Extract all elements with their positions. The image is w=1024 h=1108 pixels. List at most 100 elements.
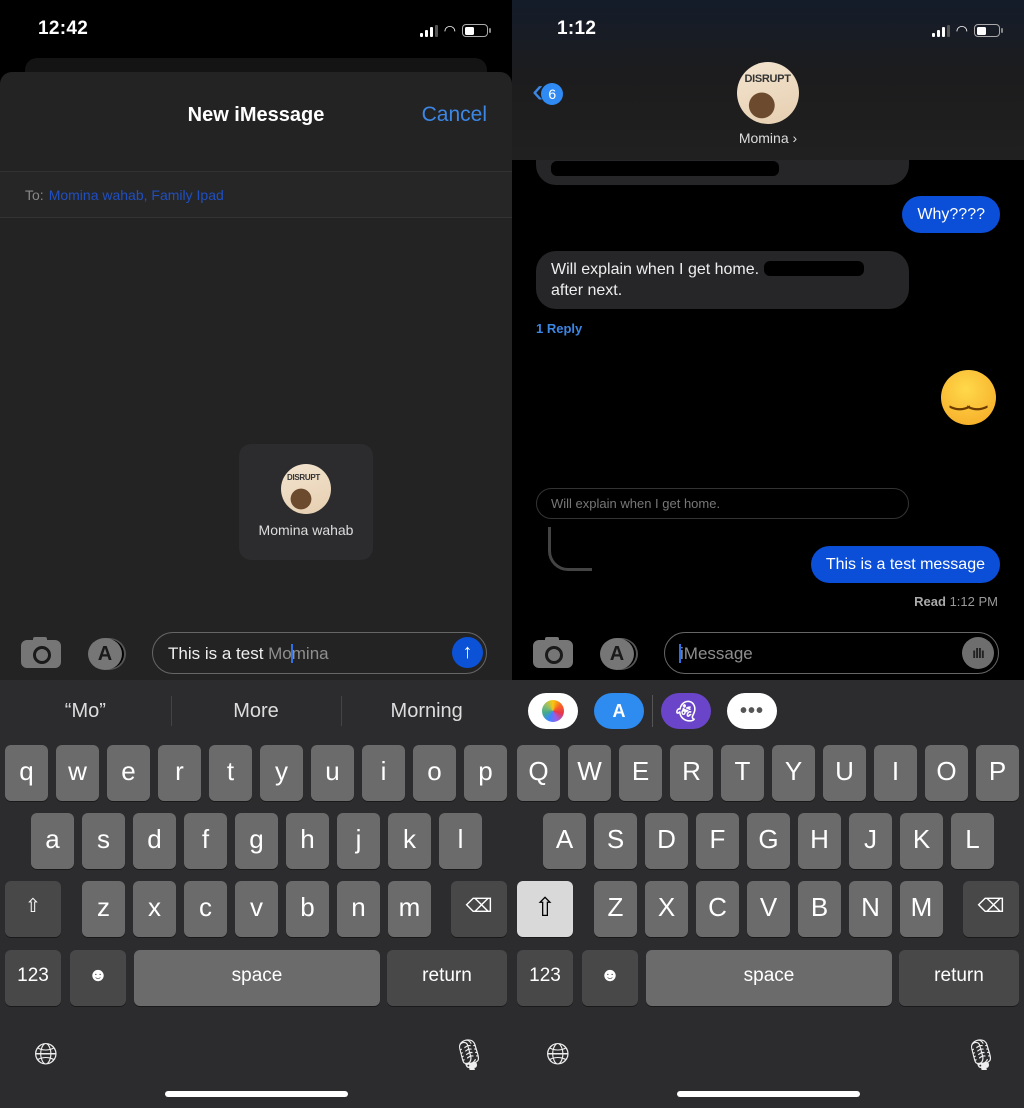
- key-j[interactable]: J: [849, 813, 892, 869]
- status-bar: 1:12 ◠: [512, 0, 1024, 60]
- space-key[interactable]: space: [134, 950, 380, 1006]
- key-p[interactable]: P: [976, 745, 1019, 801]
- emoji-key[interactable]: ☻: [582, 950, 638, 1006]
- key-g[interactable]: G: [747, 813, 790, 869]
- message-input[interactable]: iMessage ıllı: [664, 632, 999, 674]
- camera-icon[interactable]: [21, 637, 61, 668]
- space-key[interactable]: space: [646, 950, 892, 1006]
- key-j[interactable]: j: [337, 813, 380, 869]
- shift-key[interactable]: ⇧: [5, 881, 61, 937]
- key-k[interactable]: k: [388, 813, 431, 869]
- emoji-key[interactable]: ☻: [70, 950, 126, 1006]
- key-u[interactable]: u: [311, 745, 354, 801]
- key-m[interactable]: m: [388, 881, 431, 937]
- key-l[interactable]: L: [951, 813, 994, 869]
- photos-app-icon[interactable]: [528, 693, 578, 729]
- globe-icon[interactable]: 🌐︎: [546, 1038, 570, 1072]
- globe-icon[interactable]: 🌐︎: [34, 1038, 58, 1072]
- mention-suggestion[interactable]: DISRUPT Momina wahab: [239, 444, 373, 560]
- key-h[interactable]: h: [286, 813, 329, 869]
- key-i[interactable]: i: [362, 745, 405, 801]
- more-apps-icon[interactable]: •••: [727, 693, 777, 729]
- key-t[interactable]: t: [209, 745, 252, 801]
- delete-key[interactable]: ⌫: [451, 881, 507, 937]
- reply-count-link[interactable]: 1 Reply: [536, 321, 582, 336]
- key-x[interactable]: x: [133, 881, 176, 937]
- key-a[interactable]: A: [543, 813, 586, 869]
- key-m[interactable]: M: [900, 881, 943, 937]
- key-s[interactable]: S: [594, 813, 637, 869]
- key-f[interactable]: F: [696, 813, 739, 869]
- key-b[interactable]: b: [286, 881, 329, 937]
- cancel-button[interactable]: Cancel: [422, 103, 487, 127]
- message-bubble-outgoing[interactable]: Why????: [902, 196, 1000, 233]
- delete-key[interactable]: ⌫: [963, 881, 1019, 937]
- recipients[interactable]: Momina wahab, Family Ipad: [49, 187, 224, 203]
- key-a[interactable]: a: [31, 813, 74, 869]
- key-o[interactable]: O: [925, 745, 968, 801]
- app-store-icon[interactable]: A: [600, 638, 634, 670]
- microphone-icon[interactable]: 🎙︎: [962, 1038, 1000, 1073]
- key-x[interactable]: X: [645, 881, 688, 937]
- key-s[interactable]: s: [82, 813, 125, 869]
- microphone-icon[interactable]: 🎙︎: [450, 1038, 488, 1073]
- key-t[interactable]: T: [721, 745, 764, 801]
- key-c[interactable]: c: [184, 881, 227, 937]
- key-q[interactable]: Q: [517, 745, 560, 801]
- key-r[interactable]: R: [670, 745, 713, 801]
- prediction-1[interactable]: “Mo”: [0, 700, 171, 723]
- key-n[interactable]: N: [849, 881, 892, 937]
- ghost-app-icon[interactable]: 👻︎: [661, 693, 711, 729]
- return-key[interactable]: return: [387, 950, 507, 1006]
- send-button[interactable]: ↑: [452, 637, 483, 668]
- key-f[interactable]: f: [184, 813, 227, 869]
- key-y[interactable]: y: [260, 745, 303, 801]
- key-h[interactable]: H: [798, 813, 841, 869]
- redaction: [763, 261, 864, 276]
- contact-header[interactable]: DISRUPT Momina ›: [512, 62, 1024, 146]
- key-v[interactable]: v: [235, 881, 278, 937]
- key-g[interactable]: g: [235, 813, 278, 869]
- wifi-icon: ◠: [443, 22, 456, 38]
- message-bubble-outgoing[interactable]: This is a test message: [810, 546, 1000, 583]
- key-e[interactable]: E: [619, 745, 662, 801]
- key-k[interactable]: K: [900, 813, 943, 869]
- key-l[interactable]: l: [439, 813, 482, 869]
- key-d[interactable]: D: [645, 813, 688, 869]
- prediction-3[interactable]: Morning: [341, 695, 512, 726]
- key-r[interactable]: r: [158, 745, 201, 801]
- app-store-app-icon[interactable]: A: [594, 693, 644, 729]
- key-n[interactable]: n: [337, 881, 380, 937]
- key-b[interactable]: B: [798, 881, 841, 937]
- key-z[interactable]: Z: [594, 881, 637, 937]
- key-w[interactable]: w: [56, 745, 99, 801]
- cellular-signal-icon: [419, 24, 438, 37]
- key-p[interactable]: p: [464, 745, 507, 801]
- key-d[interactable]: d: [133, 813, 176, 869]
- camera-icon[interactable]: [533, 637, 573, 668]
- unamused-emoji-message[interactable]: ‿‿: [941, 370, 996, 425]
- message-input[interactable]: This is a test Momina ↑: [152, 632, 487, 674]
- key-o[interactable]: o: [413, 745, 456, 801]
- prediction-2[interactable]: More: [170, 695, 342, 726]
- key-z[interactable]: z: [82, 881, 125, 937]
- key-i[interactable]: I: [874, 745, 917, 801]
- numbers-key[interactable]: 123: [5, 950, 61, 1006]
- key-q[interactable]: q: [5, 745, 48, 801]
- numbers-key[interactable]: 123: [517, 950, 573, 1006]
- app-drawer: A 👻︎ •••: [512, 680, 1024, 742]
- app-store-icon[interactable]: A: [88, 638, 122, 670]
- to-field[interactable]: To: Momina wahab, Family Ipad: [0, 171, 512, 218]
- key-c[interactable]: C: [696, 881, 739, 937]
- key-e[interactable]: e: [107, 745, 150, 801]
- key-v[interactable]: V: [747, 881, 790, 937]
- home-indicator: [677, 1091, 860, 1097]
- key-w[interactable]: W: [568, 745, 611, 801]
- key-u[interactable]: U: [823, 745, 866, 801]
- message-bubble-incoming[interactable]: Will explain when I get home. after next…: [536, 251, 909, 309]
- return-key[interactable]: return: [899, 950, 1019, 1006]
- key-y[interactable]: Y: [772, 745, 815, 801]
- contact-name: Momina ›: [738, 130, 798, 146]
- shift-key[interactable]: ⇧: [517, 881, 573, 937]
- audio-message-icon[interactable]: ıllı: [962, 637, 994, 669]
